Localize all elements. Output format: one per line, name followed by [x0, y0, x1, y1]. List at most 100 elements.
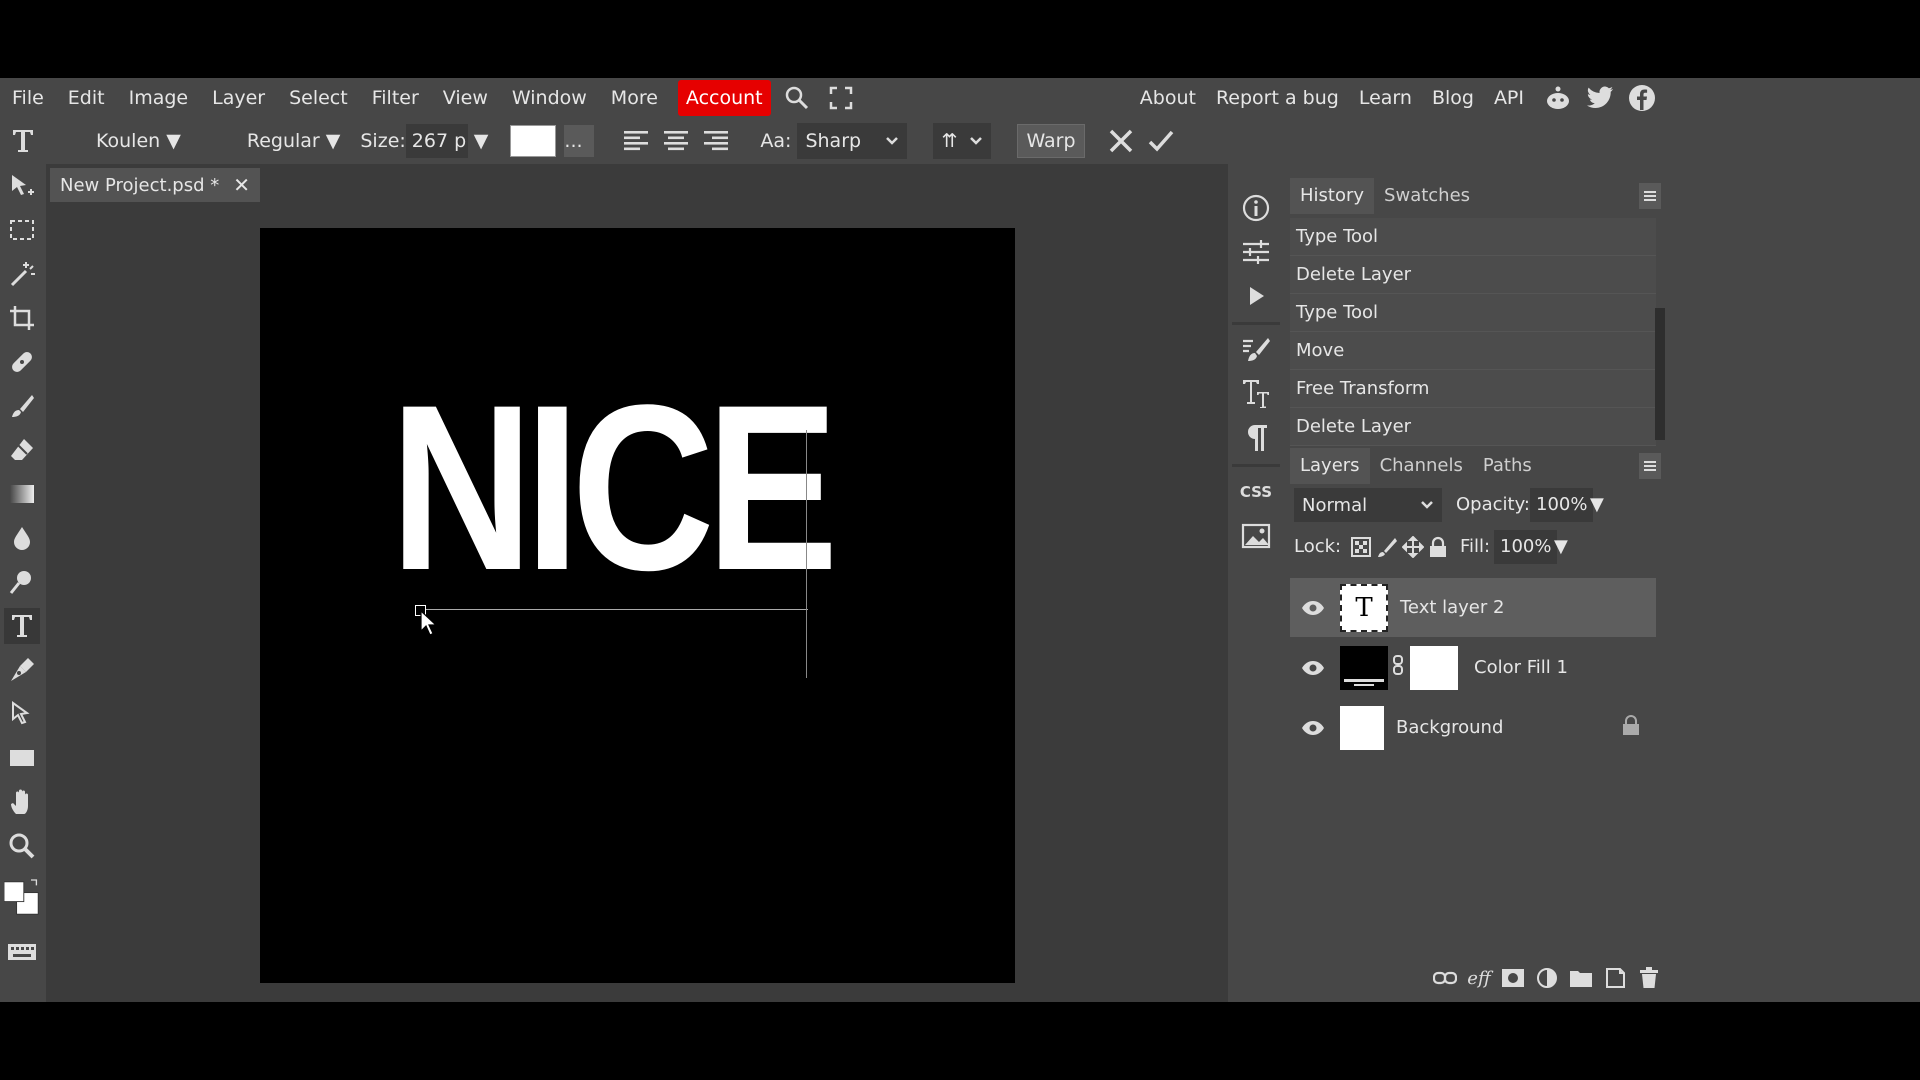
menu-about[interactable]: About	[1130, 80, 1206, 116]
align-center-icon[interactable]	[658, 123, 694, 159]
magic-wand-icon[interactable]	[4, 256, 40, 292]
eye-icon[interactable]	[1294, 600, 1332, 616]
crop-tool-icon[interactable]	[4, 300, 40, 336]
history-scrollbar[interactable]	[1655, 308, 1665, 440]
delete-layer-trash-icon[interactable]	[1632, 963, 1666, 993]
layers-panel-menu-icon[interactable]	[1639, 453, 1661, 479]
layer-row-text-layer-2[interactable]: T Text layer 2	[1290, 578, 1656, 637]
type-tool-icon[interactable]	[4, 608, 40, 644]
history-item[interactable]: Free Transform	[1290, 370, 1656, 408]
image-panel-icon[interactable]	[1238, 518, 1274, 554]
eye-icon[interactable]	[1294, 720, 1332, 736]
layer-row-color-fill-1[interactable]: Color Fill 1	[1290, 638, 1656, 697]
menu-image[interactable]: Image	[117, 80, 201, 116]
pen-tool-icon[interactable]	[4, 652, 40, 688]
link-chain-icon[interactable]	[1392, 654, 1404, 681]
history-item[interactable]: Type Tool	[1290, 218, 1656, 256]
tab-channels[interactable]: Channels	[1370, 448, 1473, 484]
healing-brush-icon[interactable]	[4, 344, 40, 380]
blend-mode-select[interactable]: Normal	[1294, 488, 1442, 522]
font-style-dropdown[interactable]: Regular ▼	[237, 123, 351, 159]
fullscreen-icon[interactable]	[823, 80, 859, 116]
text-color-swatch[interactable]	[510, 123, 557, 159]
adjustment-layer-icon[interactable]	[1530, 963, 1564, 993]
gradient-tool-icon[interactable]	[4, 476, 40, 512]
keyboard-icon[interactable]	[4, 934, 40, 970]
more-options-button[interactable]: ...	[564, 125, 595, 157]
lock-pixels-icon[interactable]	[1376, 536, 1398, 563]
lock-all-icon[interactable]	[1428, 536, 1448, 563]
commit-check-icon[interactable]	[1143, 123, 1179, 159]
tab-history[interactable]: History	[1290, 178, 1375, 214]
menu-file[interactable]: File	[0, 80, 56, 116]
paragraph-panel-icon[interactable]	[1238, 420, 1274, 456]
marquee-tool-icon[interactable]	[4, 212, 40, 248]
fill-dropdown-arrow[interactable]: ▼	[1554, 536, 1568, 557]
history-item[interactable]: Move	[1290, 332, 1656, 370]
opacity-dropdown-arrow[interactable]: ▼	[1590, 494, 1604, 515]
history-item[interactable]: Type Tool	[1290, 294, 1656, 332]
menu-more[interactable]: More	[599, 80, 670, 116]
color-swatches[interactable]	[4, 876, 40, 920]
brush-settings-icon[interactable]	[1238, 332, 1274, 368]
canvas[interactable]: NICE	[260, 228, 1015, 983]
eraser-tool-icon[interactable]	[4, 432, 40, 468]
font-size-input[interactable]: 267 p	[405, 124, 468, 158]
font-family-dropdown[interactable]: Koulen ▼	[86, 123, 191, 159]
hand-tool-icon[interactable]	[4, 784, 40, 820]
lock-transparency-icon[interactable]	[1350, 536, 1372, 563]
history-item[interactable]: Delete Layer	[1290, 408, 1656, 446]
menu-blog[interactable]: Blog	[1422, 80, 1484, 116]
tab-layers[interactable]: Layers	[1290, 448, 1370, 484]
rectangle-tool-icon[interactable]	[4, 740, 40, 776]
menu-filter[interactable]: Filter	[360, 80, 431, 116]
menu-select[interactable]: Select	[277, 80, 360, 116]
font-size-dropdown-arrow[interactable]: ▼	[468, 123, 495, 159]
menu-report-bug[interactable]: Report a bug	[1206, 80, 1349, 116]
align-right-icon[interactable]	[698, 123, 734, 159]
new-layer-icon[interactable]	[1598, 963, 1632, 993]
menu-layer[interactable]: Layer	[200, 80, 277, 116]
canvas-text-nice[interactable]: NICE	[390, 370, 838, 606]
layer-effects-icon[interactable]: eff	[1462, 963, 1496, 993]
twitter-icon[interactable]	[1582, 80, 1618, 116]
link-layers-icon[interactable]	[1428, 963, 1462, 993]
brush-tool-icon[interactable]	[4, 388, 40, 424]
tab-swatches[interactable]: Swatches	[1374, 178, 1480, 214]
menu-view[interactable]: View	[431, 80, 500, 116]
move-tool-icon[interactable]	[4, 168, 40, 204]
close-tab-icon[interactable]: ✕	[233, 173, 250, 197]
menu-api[interactable]: API	[1484, 80, 1534, 116]
layer-row-background[interactable]: Background	[1290, 698, 1656, 757]
dodge-tool-icon[interactable]	[4, 564, 40, 600]
adjustments-icon[interactable]	[1238, 234, 1274, 270]
opacity-input[interactable]: 100%	[1530, 488, 1594, 522]
lock-position-icon[interactable]	[1401, 535, 1425, 563]
menu-learn[interactable]: Learn	[1349, 80, 1422, 116]
account-button[interactable]: Account	[677, 80, 771, 116]
search-icon[interactable]	[779, 80, 815, 116]
align-left-icon[interactable]	[618, 123, 654, 159]
path-select-tool-icon[interactable]	[4, 696, 40, 732]
character-panel-icon[interactable]	[1238, 376, 1274, 412]
warp-button[interactable]: Warp	[1017, 124, 1085, 158]
reddit-icon[interactable]	[1540, 80, 1576, 116]
eye-icon[interactable]	[1294, 660, 1332, 676]
css-panel-icon[interactable]: CSS	[1238, 474, 1274, 510]
facebook-icon[interactable]	[1624, 80, 1660, 116]
menu-edit[interactable]: Edit	[56, 80, 117, 116]
text-orientation-select[interactable]: ⇈	[933, 123, 992, 159]
antialias-select[interactable]: Sharp	[797, 123, 908, 159]
history-panel-menu-icon[interactable]	[1639, 183, 1661, 209]
cancel-x-icon[interactable]	[1103, 123, 1139, 159]
actions-play-icon[interactable]	[1238, 278, 1274, 314]
document-tab[interactable]: New Project.psd * ✕	[50, 168, 261, 202]
zoom-tool-icon[interactable]	[4, 828, 40, 864]
history-item[interactable]: Delete Layer	[1290, 256, 1656, 294]
menu-window[interactable]: Window	[500, 80, 599, 116]
blur-tool-icon[interactable]	[4, 520, 40, 556]
new-group-folder-icon[interactable]	[1564, 963, 1598, 993]
add-mask-icon[interactable]	[1496, 963, 1530, 993]
fill-input[interactable]: 100%	[1494, 530, 1558, 564]
info-icon[interactable]	[1238, 190, 1274, 226]
